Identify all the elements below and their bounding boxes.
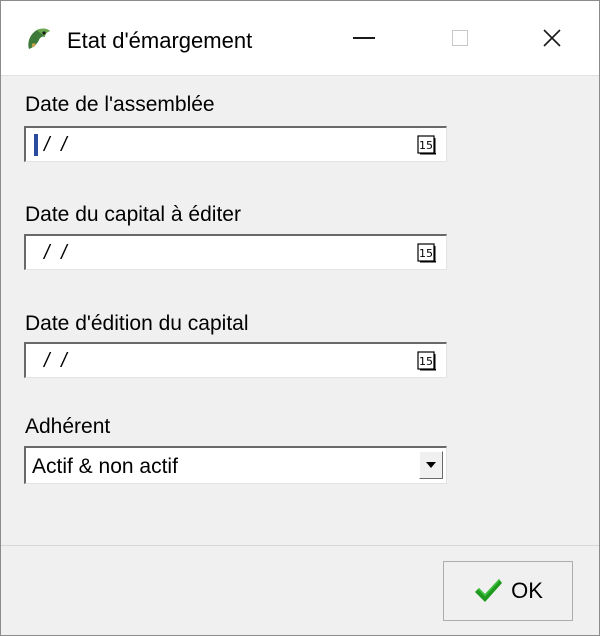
calendar-icon[interactable]: 15: [417, 351, 437, 371]
assembly-date-input[interactable]: / / 15: [24, 126, 447, 162]
ok-button[interactable]: OK: [443, 561, 573, 621]
svg-text:15: 15: [419, 247, 433, 260]
close-button[interactable]: [507, 1, 597, 75]
capital-date-value: / /: [44, 242, 70, 264]
minimize-button[interactable]: [319, 1, 409, 75]
ok-button-label: OK: [511, 578, 543, 603]
assembly-date-value: / /: [44, 134, 70, 156]
member-label: Adhérent: [25, 415, 111, 438]
edition-date-label: Date d'édition du capital: [25, 312, 249, 335]
member-select[interactable]: Actif & non actif: [24, 446, 447, 484]
capital-date-label: Date du capital à éditer: [25, 203, 241, 226]
chevron-down-icon: [426, 462, 436, 468]
checkmark-icon: [475, 579, 503, 602]
title-bar[interactable]: Etat d'émargement: [1, 1, 599, 76]
footer-divider: [1, 545, 599, 546]
calendar-icon[interactable]: 15: [417, 135, 437, 155]
svg-text:15: 15: [419, 355, 433, 368]
member-select-value: Actif & non actif: [32, 455, 178, 478]
window-title: Etat d'émargement: [67, 28, 253, 53]
minimize-icon: [353, 37, 375, 39]
maximize-icon: [452, 30, 468, 46]
edition-date-input[interactable]: / / 15: [24, 342, 447, 378]
close-icon: [543, 29, 561, 47]
maximize-button[interactable]: [415, 1, 505, 75]
dialog-window: Etat d'émargement Date de l'assemblée / …: [0, 0, 600, 636]
app-parrot-icon: [28, 28, 50, 49]
assembly-date-label: Date de l'assemblée: [25, 93, 215, 116]
edition-date-value: / /: [44, 350, 70, 372]
svg-text:15: 15: [419, 139, 433, 152]
capital-date-input[interactable]: / / 15: [24, 234, 447, 270]
calendar-icon[interactable]: 15: [417, 243, 437, 263]
dropdown-button[interactable]: [419, 451, 443, 479]
text-caret: [34, 134, 38, 156]
